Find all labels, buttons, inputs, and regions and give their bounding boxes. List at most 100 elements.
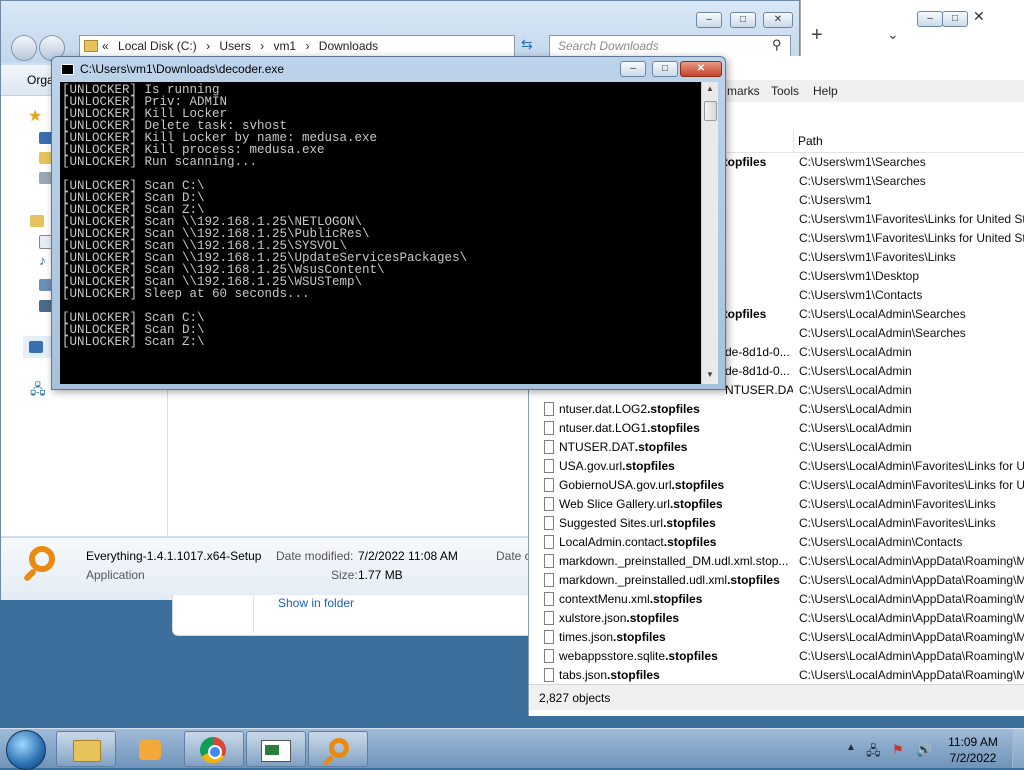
list-item-path: C:\Users\LocalAdmin\Searches bbox=[799, 307, 966, 321]
organize-button[interactable]: Orga bbox=[27, 73, 54, 87]
explorer-minimize-button[interactable]: – bbox=[696, 12, 722, 28]
file-icon bbox=[544, 573, 554, 587]
file-icon bbox=[544, 592, 554, 606]
explorer-close-button[interactable]: ✕ bbox=[763, 12, 793, 28]
tray-expand-icon[interactable]: ▲ bbox=[846, 742, 856, 753]
list-item-name: NTUSER.DAT.stopfiles bbox=[559, 440, 688, 454]
background-window: + ⌄ – □ ✕ bbox=[800, 0, 1024, 64]
column-header-path[interactable]: Path bbox=[798, 134, 823, 148]
list-item-path: C:\Users\vm1\Desktop bbox=[799, 269, 920, 283]
music-icon[interactable]: ♪ bbox=[39, 252, 46, 268]
libraries-icon[interactable] bbox=[30, 215, 44, 227]
file-icon bbox=[544, 630, 554, 644]
bg-minimize-button[interactable]: – bbox=[917, 11, 943, 27]
search-icon[interactable]: ⚲ bbox=[772, 37, 782, 53]
list-item-path: C:\Users\LocalAdmin\AppData\Roaming\M bbox=[799, 554, 1024, 568]
scroll-up-icon[interactable]: ▲ bbox=[702, 82, 718, 96]
list-item[interactable]: tabs.json.stopfiles C:\Users\LocalAdmin\A… bbox=[529, 666, 1024, 685]
menu-item-bookmarks[interactable]: marks bbox=[727, 84, 760, 98]
list-item-name: Suggested Sites.url.stopfiles bbox=[559, 516, 716, 530]
list-item[interactable]: ntuser.dat.LOG2.stopfiles C:\Users\LocalA… bbox=[529, 400, 1024, 419]
list-item[interactable]: xulstore.json.stopfiles C:\Users\LocalAdm… bbox=[529, 609, 1024, 628]
taskbar-console[interactable] bbox=[246, 731, 306, 767]
chevron-down-icon[interactable]: ⌄ bbox=[887, 26, 899, 43]
scroll-down-icon[interactable]: ▼ bbox=[702, 368, 718, 382]
list-item[interactable]: ntuser.dat.LOG1.stopfiles C:\Users\LocalA… bbox=[529, 419, 1024, 438]
list-item-path: C:\Users\vm1\Favorites\Links for United … bbox=[799, 212, 1024, 226]
new-tab-icon[interactable]: + bbox=[811, 24, 823, 47]
list-item-path: C:\Users\LocalAdmin\AppData\Roaming\M bbox=[799, 611, 1024, 625]
tray-volume-icon[interactable]: 🔊 bbox=[916, 742, 932, 758]
list-item-path: C:\Users\LocalAdmin\Favorites\Links bbox=[799, 516, 996, 530]
refresh-icon[interactable]: ⇆ bbox=[521, 36, 533, 53]
favorites-star-icon[interactable]: ★ bbox=[28, 106, 42, 126]
console-output[interactable]: [UNLOCKER] Is running [UNLOCKER] Priv: A… bbox=[60, 82, 701, 384]
list-item-path: C:\Users\LocalAdmin\AppData\Roaming\M bbox=[799, 668, 1024, 682]
list-item-path: C:\Users\LocalAdmin bbox=[799, 440, 912, 454]
taskbar-clock[interactable]: 11:09 AM 7/2/2022 bbox=[938, 734, 1008, 766]
scroll-thumb[interactable] bbox=[704, 101, 717, 121]
tray-network-icon[interactable]: 🖧 bbox=[866, 742, 881, 764]
taskbar-chrome[interactable] bbox=[184, 731, 244, 767]
file-icon bbox=[544, 554, 554, 568]
address-part[interactable]: Users bbox=[216, 39, 253, 53]
explorer-maximize-button[interactable]: □ bbox=[730, 12, 756, 28]
modified-value: 7/2/2022 11:08 AM bbox=[358, 549, 458, 563]
list-item[interactable]: Web Slice Gallery.url.stopfiles C:\Users\… bbox=[529, 495, 1024, 514]
clock-time: 11:09 AM bbox=[948, 735, 998, 749]
address-part[interactable]: Downloads bbox=[316, 39, 381, 53]
size-value: 1.77 MB bbox=[358, 568, 403, 582]
bg-maximize-button[interactable]: □ bbox=[942, 11, 968, 27]
list-item[interactable]: times.json.stopfiles C:\Users\LocalAdmin\… bbox=[529, 628, 1024, 647]
taskbar-media-player[interactable] bbox=[120, 731, 180, 767]
list-item[interactable]: LocalAdmin.contact.stopfiles C:\Users\Loc… bbox=[529, 533, 1024, 552]
list-item[interactable]: Suggested Sites.url.stopfiles C:\Users\Lo… bbox=[529, 514, 1024, 533]
clock-date: 7/2/2022 bbox=[949, 751, 997, 765]
folder-icon bbox=[73, 740, 101, 762]
taskbar-everything[interactable] bbox=[308, 731, 368, 767]
list-item-name: xulstore.json.stopfiles bbox=[559, 611, 680, 625]
menu-item-tools[interactable]: Tools bbox=[771, 84, 799, 98]
size-label: Size: bbox=[331, 568, 358, 582]
list-item[interactable]: markdown._preinstalled_DM.udl.xml.stop..… bbox=[529, 552, 1024, 571]
taskbar-explorer[interactable] bbox=[56, 731, 116, 767]
list-item-path: C:\Users\LocalAdmin\Favorites\Links for … bbox=[799, 459, 1024, 473]
menu-item-help[interactable]: Help bbox=[813, 84, 838, 98]
address-part[interactable]: Local Disk (C:) bbox=[115, 39, 200, 53]
status-bar: 2,827 objects bbox=[529, 684, 1024, 710]
list-item[interactable]: webappsstore.sqlite.stopfiles C:\Users\Lo… bbox=[529, 647, 1024, 666]
console-maximize-button[interactable]: □ bbox=[652, 61, 678, 77]
tray-action-center-icon[interactable]: ⚑ bbox=[892, 742, 904, 758]
list-item[interactable]: NTUSER.DAT.stopfiles C:\Users\LocalAdmin bbox=[529, 438, 1024, 457]
address-bar[interactable]: « Local Disk (C:) › Users › vm1 › Downlo… bbox=[79, 35, 515, 57]
network-icon[interactable]: 🖧 bbox=[30, 379, 46, 403]
list-item-path: C:\Users\LocalAdmin\AppData\Roaming\M bbox=[799, 649, 1024, 663]
console-scrollbar[interactable]: ▲ ▼ bbox=[701, 82, 718, 384]
show-desktop-button[interactable] bbox=[1012, 729, 1024, 768]
back-button[interactable] bbox=[11, 35, 37, 61]
list-item[interactable]: contextMenu.xml.stopfiles C:\Users\LocalA… bbox=[529, 590, 1024, 609]
list-item-path: C:\Users\LocalAdmin\Favorites\Links for … bbox=[799, 478, 1024, 492]
search-input[interactable]: Search Downloads bbox=[549, 35, 791, 57]
console-close-button[interactable]: ✕ bbox=[680, 61, 722, 77]
list-item[interactable]: GobiernoUSA.gov.url.stopfiles C:\Users\Lo… bbox=[529, 476, 1024, 495]
address-part[interactable]: vm1 bbox=[270, 39, 299, 53]
list-item-path: C:\Users\vm1\Searches bbox=[799, 174, 926, 188]
start-button[interactable] bbox=[6, 730, 46, 770]
show-in-folder-link[interactable]: Show in folder bbox=[278, 596, 354, 610]
bg-close-icon[interactable]: ✕ bbox=[973, 8, 985, 25]
list-item-name: stopfiles bbox=[717, 307, 767, 321]
list-item-path: C:\Users\vm1\Searches bbox=[799, 155, 926, 169]
file-icon bbox=[544, 402, 554, 416]
list-item-path: C:\Users\LocalAdmin\AppData\Roaming\M bbox=[799, 630, 1024, 644]
console-minimize-button[interactable]: – bbox=[620, 61, 646, 77]
list-item[interactable]: markdown._preinstalled.udl.xml.stopfiles… bbox=[529, 571, 1024, 590]
everything-icon bbox=[329, 738, 349, 758]
list-item[interactable]: USA.gov.url.stopfiles C:\Users\LocalAdmin… bbox=[529, 457, 1024, 476]
media-player-icon bbox=[139, 740, 161, 760]
downloads-panel: Show in folder bbox=[172, 595, 534, 636]
list-item-name: Web Slice Gallery.url.stopfiles bbox=[559, 497, 723, 511]
list-item-name: markdown._preinstalled.udl.xml.stopfiles bbox=[559, 573, 780, 587]
folder-icon bbox=[84, 40, 98, 52]
list-item-name: contextMenu.xml.stopfiles bbox=[559, 592, 703, 606]
